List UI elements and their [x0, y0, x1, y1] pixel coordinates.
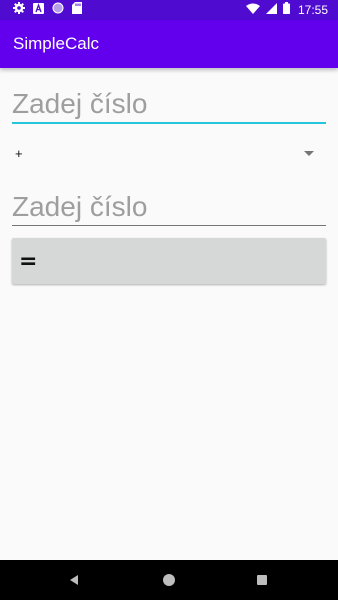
navigation-bar [0, 560, 338, 600]
status-right-icons: 17:55 [245, 1, 328, 19]
status-left-icons [13, 1, 82, 19]
first-number-input[interactable] [12, 85, 326, 123]
gear-icon [13, 1, 25, 19]
calculator-form: + = [0, 68, 338, 560]
signal-icon [265, 1, 277, 19]
back-icon[interactable] [70, 575, 78, 585]
operator-dropdown[interactable]: + [12, 142, 326, 166]
first-number-underline [12, 122, 326, 124]
battery-icon [282, 1, 290, 19]
wifi-icon [245, 1, 260, 19]
equals-button[interactable]: = [12, 238, 326, 284]
status-time: 17:55 [297, 3, 328, 17]
app-bar: SimpleCalc [0, 20, 338, 68]
second-number-input[interactable] [12, 188, 326, 226]
a-box-icon [33, 1, 44, 19]
status-bar: 17:55 [0, 0, 338, 20]
dropdown-arrow-icon [304, 151, 314, 156]
home-icon[interactable] [163, 574, 175, 586]
circle-icon [52, 1, 64, 19]
app-title: SimpleCalc [13, 34, 99, 53]
recents-icon[interactable] [257, 575, 267, 585]
operator-value: + [15, 146, 23, 161]
sd-card-icon [72, 1, 82, 19]
second-number-underline [12, 225, 326, 226]
